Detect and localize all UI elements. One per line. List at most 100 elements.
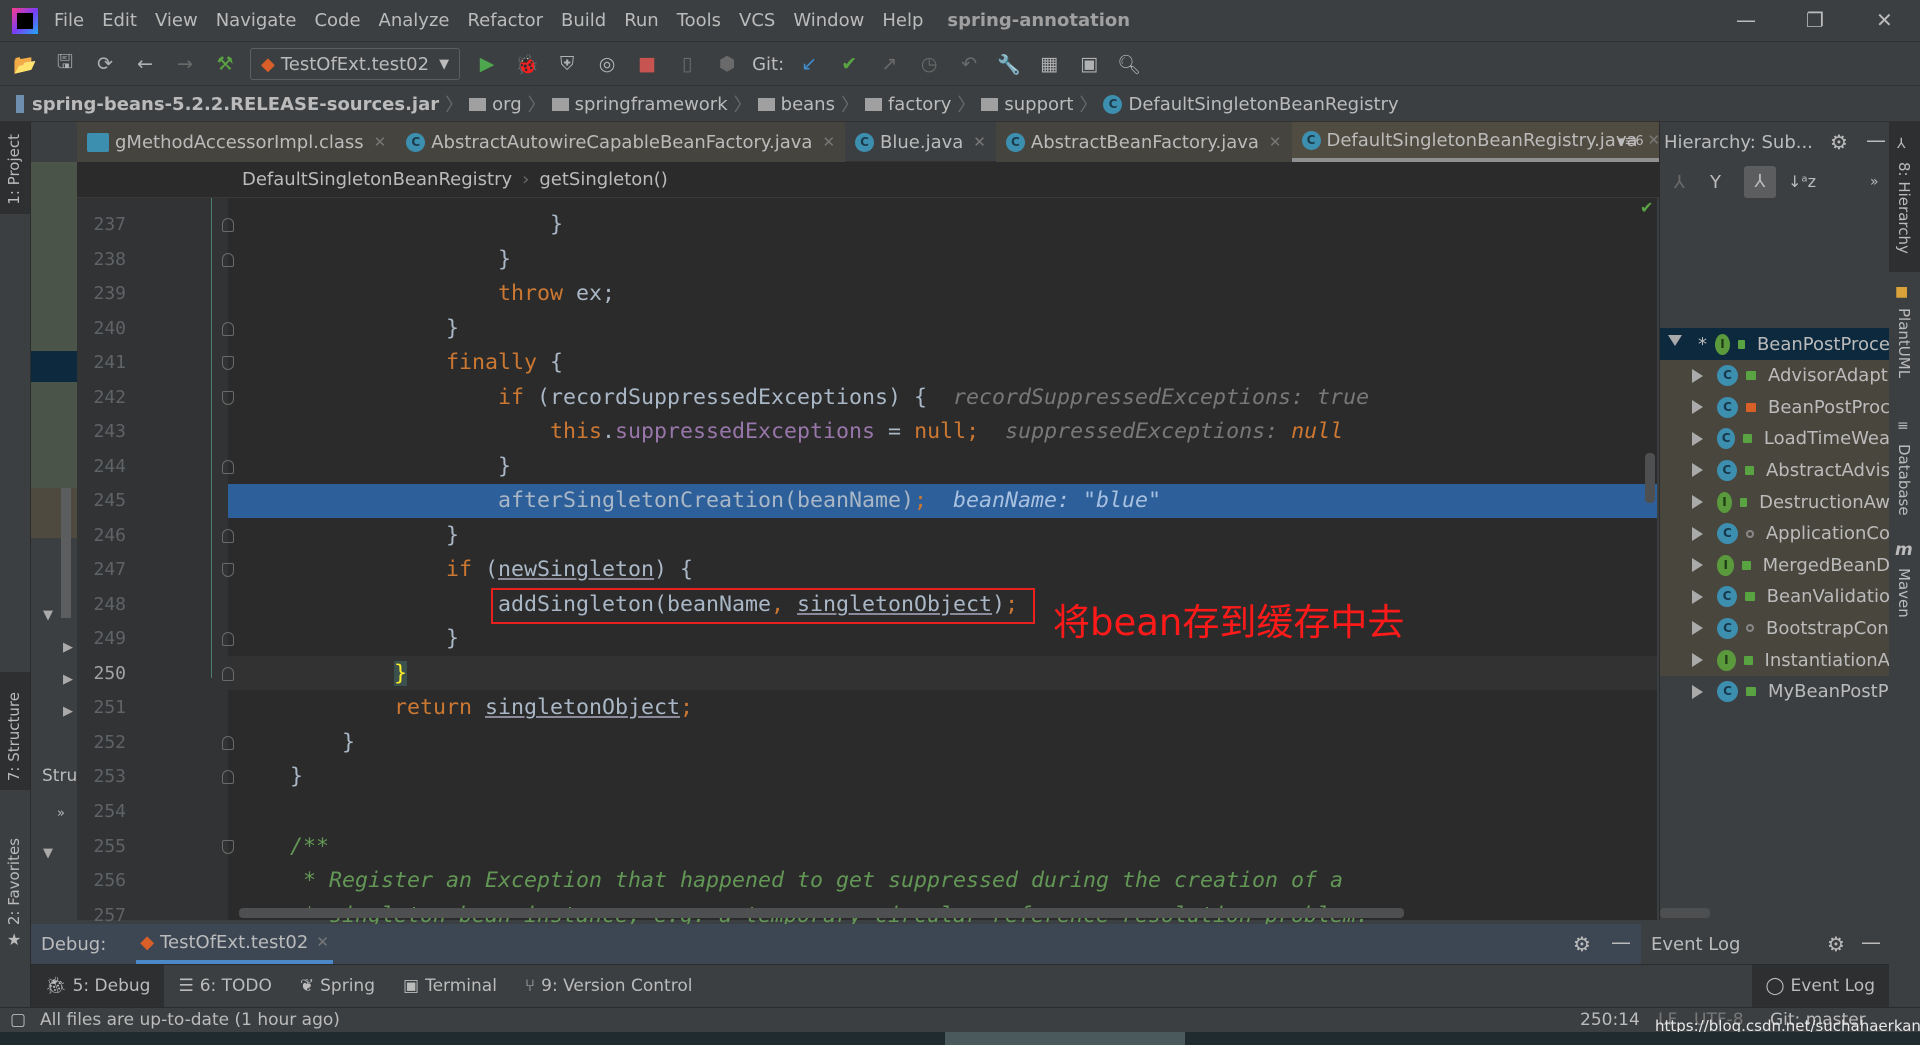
gear-icon[interactable]: ⚙ xyxy=(1573,932,1591,956)
close-tab-icon[interactable]: ✕ xyxy=(1269,133,1282,151)
terminal-icon[interactable]: ▣ xyxy=(1074,53,1104,75)
plantuml-tool-button[interactable]: PlantUML xyxy=(1895,308,1913,378)
fold-marker-icon[interactable] xyxy=(222,356,234,371)
nav-crumb[interactable]: C DefaultSingletonBeanRegistry xyxy=(1103,94,1399,115)
collapsed-arrow-icon[interactable]: ▶ xyxy=(63,640,73,655)
tab-defaultsingletonbeanregistry-java[interactable]: C DefaultSingletonBeanRegistry.java ✕ xyxy=(1291,122,1671,162)
profile-icon[interactable]: ◎ xyxy=(592,53,622,75)
terminal-tool-button[interactable]: ▣ Terminal xyxy=(389,965,511,1008)
fold-marker-icon[interactable] xyxy=(222,632,234,647)
subtypes-icon[interactable]: Y xyxy=(1710,172,1721,193)
expand-arrow-icon[interactable] xyxy=(1692,495,1703,509)
tab-abstractbeanfactory-java[interactable]: C AbstractBeanFactory.java ✕ xyxy=(995,122,1292,162)
todo-tool-button[interactable]: ☰ 6: TODO xyxy=(164,965,285,1008)
menu-view[interactable]: View xyxy=(155,10,198,31)
nav-crumb[interactable]: spring-beans-5.2.2.RELEASE-sources.jar 〉 xyxy=(16,91,463,117)
expand-arrow-icon[interactable] xyxy=(1692,621,1703,636)
hierarchy-item[interactable]: I InstantiationA xyxy=(1660,644,1889,676)
menu-code[interactable]: Code xyxy=(314,10,360,31)
more-icon[interactable]: » xyxy=(57,806,65,821)
search-icon[interactable]: 🔍︎ xyxy=(1114,53,1144,76)
expand-arrow-icon[interactable] xyxy=(1692,589,1703,604)
stop-icon[interactable]: ■ xyxy=(632,53,662,75)
git-push-icon[interactable]: ↗ xyxy=(874,53,904,75)
fold-marker-icon[interactable] xyxy=(222,735,234,750)
revert-icon[interactable]: ↶ xyxy=(954,53,984,75)
tab-blue-java[interactable]: C Blue.java ✕ xyxy=(845,122,996,162)
sync-icon[interactable]: ⟳ xyxy=(90,53,120,75)
fold-marker-icon[interactable] xyxy=(222,390,234,405)
expand-arrow-icon[interactable] xyxy=(1692,684,1703,699)
hierarchy-item[interactable]: C AbstractAdvis xyxy=(1660,454,1889,487)
expand-arrow-icon[interactable] xyxy=(1692,653,1703,667)
project-tool-button[interactable]: 1: Project xyxy=(5,134,23,205)
expand-arrow-icon[interactable] xyxy=(1692,463,1703,478)
close-tab-icon[interactable]: ✕ xyxy=(973,133,986,151)
hierarchy-item[interactable]: * I BeanPostProce xyxy=(1660,328,1889,360)
gear-icon[interactable]: ⚙ xyxy=(1830,130,1848,154)
save-icon[interactable]: 🖫 xyxy=(50,48,80,80)
favorites-tool-button[interactable]: 2: Favorites xyxy=(5,838,23,925)
git-commit-icon[interactable]: ✔ xyxy=(834,53,864,75)
caret-position[interactable]: 250:14 xyxy=(1580,1010,1640,1030)
expand-icon[interactable]: ▼ xyxy=(43,608,53,623)
hierarchy-item[interactable]: C BootstrapCon xyxy=(1660,612,1889,645)
close-icon[interactable]: ✕ xyxy=(1876,8,1893,32)
collapsed-arrow-icon[interactable]: ▶ xyxy=(63,704,73,719)
crumb-class[interactable]: DefaultSingletonBeanRegistry xyxy=(242,169,512,190)
settings-wrench-icon[interactable]: 🔧 xyxy=(994,53,1024,76)
build-hammer-icon[interactable]: ⚒ xyxy=(210,53,240,75)
hierarchy-item[interactable]: I MergedBeanD xyxy=(1660,549,1889,582)
debug-icon[interactable]: 🐞 xyxy=(512,53,542,76)
restore-icon[interactable]: ❐ xyxy=(1806,8,1824,32)
menu-edit[interactable]: Edit xyxy=(102,10,137,31)
fold-marker-icon[interactable] xyxy=(222,839,234,854)
version-control-tool-button[interactable]: ⑂ 9: Version Control xyxy=(511,965,707,1008)
coverage-icon[interactable]: ⛨ xyxy=(552,53,582,75)
hide-icon[interactable]: — xyxy=(1861,930,1881,954)
hierarchy-item[interactable]: C MyBeanPostP xyxy=(1660,676,1889,708)
expand-icon[interactable]: ▼ xyxy=(43,846,53,861)
fold-marker-icon[interactable] xyxy=(222,218,234,232)
structure-tool-button[interactable]: 7: Structure xyxy=(5,692,23,781)
nav-crumb[interactable]: org 〉 xyxy=(469,91,546,117)
horizontal-scrollbar[interactable] xyxy=(239,908,1404,918)
maven-tool-button[interactable]: Maven xyxy=(1895,568,1913,618)
fold-marker-icon[interactable] xyxy=(222,252,234,267)
supertypes-icon[interactable]: ⅄ xyxy=(1674,172,1685,193)
nav-crumb[interactable]: support 〉 xyxy=(981,91,1097,117)
menu-help[interactable]: Help xyxy=(882,10,923,31)
close-tab-icon[interactable]: ✕ xyxy=(822,133,835,151)
database-tool-button[interactable]: Database xyxy=(1895,444,1913,516)
nav-crumb[interactable]: factory 〉 xyxy=(864,91,975,117)
spring-tool-button[interactable]: ❦ Spring xyxy=(286,965,389,1008)
expand-arrow-icon[interactable] xyxy=(1692,526,1703,541)
toggle-toolwindows-icon[interactable]: ▢ xyxy=(10,1010,26,1030)
tab-abstractautowirecapablebeanfactory-java[interactable]: C AbstractAutowireCapableBeanFactory.java… xyxy=(396,122,846,162)
menu-analyze[interactable]: Analyze xyxy=(379,10,450,31)
fold-marker-icon[interactable] xyxy=(222,528,234,543)
forward-icon[interactable]: → xyxy=(170,53,200,75)
project-structure-icon[interactable]: ▦ xyxy=(1034,53,1064,75)
expand-arrow-icon[interactable] xyxy=(1692,558,1703,573)
debug-tool-button[interactable]: 🐞︎ 5: Debug xyxy=(31,964,165,1008)
tabs-overflow-icon[interactable]: ▾≡6 xyxy=(1618,134,1644,149)
menu-run[interactable]: Run xyxy=(624,10,659,31)
expand-arrow-icon[interactable] xyxy=(1692,368,1703,383)
hide-icon[interactable]: — xyxy=(1611,930,1631,954)
nav-crumb[interactable]: springframework 〉 xyxy=(551,91,752,117)
deploy-icon[interactable]: ⬢ xyxy=(712,53,742,75)
hierarchy-tool-button[interactable]: 8: Hierarchy xyxy=(1895,162,1913,254)
hierarchy-item[interactable]: C BeanPostProc xyxy=(1660,391,1889,424)
close-tab-icon[interactable]: ✕ xyxy=(316,933,329,951)
fold-marker-icon[interactable] xyxy=(222,321,234,336)
expand-arrow-icon[interactable] xyxy=(1692,400,1703,415)
menu-vcs[interactable]: VCS xyxy=(739,10,775,31)
fold-marker-icon[interactable] xyxy=(222,563,234,578)
menu-navigate[interactable]: Navigate xyxy=(216,10,297,31)
sort-alpha-icon[interactable]: ↓ᵃz xyxy=(1788,172,1816,191)
attach-icon[interactable]: ▯ xyxy=(672,53,702,75)
menu-refactor[interactable]: Refactor xyxy=(467,10,543,31)
hierarchy-item[interactable]: C ApplicationCo xyxy=(1660,517,1889,550)
code-editor[interactable] xyxy=(228,198,1657,920)
